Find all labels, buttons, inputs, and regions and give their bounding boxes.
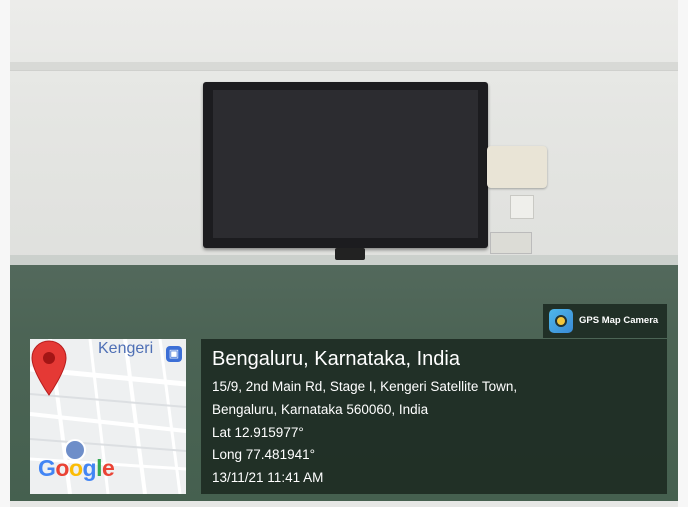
- address-line-2: Bengaluru, Karnataka 560060, India: [212, 402, 429, 417]
- wall-mounted-tv: [203, 82, 488, 248]
- city-title: Bengaluru, Karnataka, India: [212, 348, 460, 370]
- location-info-panel: Bengaluru, Karnataka, India 15/9, 2nd Ma…: [201, 339, 667, 494]
- left-border: [0, 0, 10, 507]
- wall-rail: [10, 62, 678, 71]
- wall-socket: [510, 195, 534, 219]
- wall-router: [487, 146, 547, 188]
- map-thumbnail: Kengeri ▣ Google: [30, 339, 186, 494]
- location-pin-icon: [31, 340, 67, 396]
- right-border: [678, 0, 688, 507]
- bus-icon: ▣: [166, 346, 182, 362]
- google-logo: Google: [38, 455, 115, 481]
- tv-screen: [213, 90, 478, 238]
- latitude: Lat 12.915977°: [212, 425, 304, 440]
- address-line-1: 15/9, 2nd Main Rd, Stage I, Kengeri Sate…: [212, 379, 518, 394]
- tv-bracket: [335, 248, 365, 260]
- longitude: Long 77.481941°: [212, 447, 315, 462]
- map-area-label: Kengeri: [98, 340, 154, 357]
- power-box: [490, 232, 532, 254]
- app-name: GPS Map Camera: [579, 315, 659, 326]
- app-watermark-badge: GPS Map Camera: [543, 304, 667, 338]
- timestamp: 13/11/21 11:41 AM: [212, 470, 324, 485]
- camera-lens-icon: [549, 309, 573, 333]
